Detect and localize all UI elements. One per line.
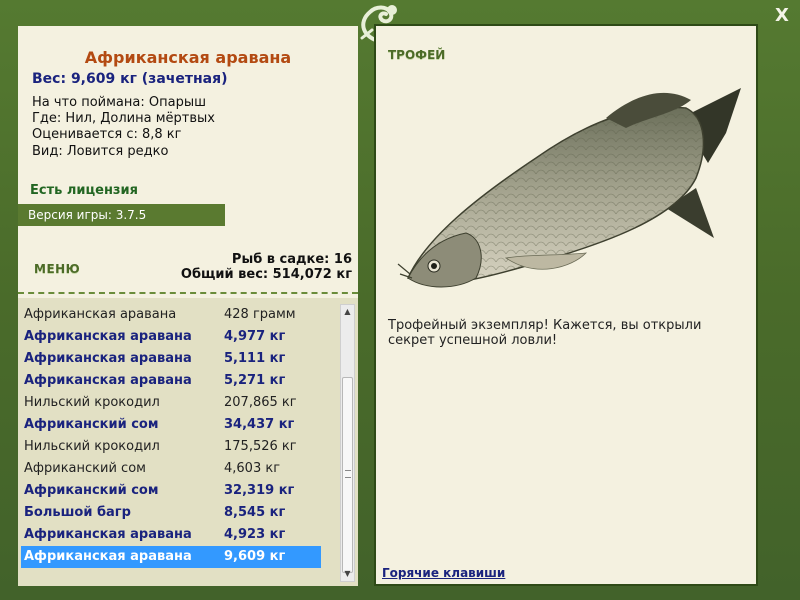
list-item[interactable]: Африканская аравана 5,271 кг	[21, 370, 321, 392]
item-name: Африканская аравана	[24, 549, 192, 564]
item-name: Нильский крокодил	[24, 439, 160, 454]
item-weight: 32,319 кг	[224, 483, 295, 498]
menu-button[interactable]: МЕНЮ	[34, 262, 80, 276]
item-weight: 5,271 кг	[224, 373, 286, 388]
item-weight: 207,865 кг	[224, 395, 297, 410]
list-item[interactable]: Нильский крокодил 207,865 кг	[21, 392, 321, 414]
item-name: Африканская аравана	[24, 527, 192, 542]
item-weight: 428 грамм	[224, 307, 296, 322]
trophy-message: Трофейный экземпляр! Кажется, вы открыли…	[388, 318, 702, 348]
close-button[interactable]: X	[772, 6, 792, 26]
item-name: Африканский сом	[24, 483, 159, 498]
scroll-thumb[interactable]	[342, 377, 353, 573]
fish-title: Африканская аравана	[84, 48, 292, 67]
list-item[interactable]: Африканская аравана 428 грамм	[21, 304, 321, 326]
total-weight: Общий вес: 514,072 кг	[180, 267, 352, 282]
item-name: Африканская аравана	[24, 351, 192, 366]
scroll-down-icon[interactable]: ▼	[341, 567, 354, 581]
list-item[interactable]: Большой багр 8,545 кг	[21, 502, 321, 524]
item-name: Африканский сом	[24, 461, 146, 476]
item-weight: 8,545 кг	[224, 505, 286, 520]
item-weight: 9,609 кг	[224, 549, 286, 564]
item-name: Большой багр	[24, 505, 131, 520]
item-weight: 4,923 кг	[224, 527, 286, 542]
item-weight: 5,111 кг	[224, 351, 286, 366]
divider	[18, 292, 358, 294]
list-item[interactable]: Нильский крокодил 175,526 кг	[21, 436, 321, 458]
grip-icon	[345, 470, 351, 478]
fish-location: Где: Нил, Долина мёртвых	[32, 111, 215, 126]
trophy-panel: ТРОФЕЙ Трофейный экземпляр! Кажется, вы …	[374, 24, 758, 586]
item-name: Африканская аравана	[24, 373, 192, 388]
list-item[interactable]: Африканская аравана 4,977 кг	[21, 326, 321, 348]
fish-weight: Вес: 9,609 кг (зачетная)	[32, 71, 228, 87]
hotkeys-link[interactable]: Горячие клавиши	[382, 566, 505, 580]
window-frame: X Африканская аравана Вес: 9,609 кг (зач…	[0, 0, 800, 600]
list-item[interactable]: Африканский сом 34,437 кг	[21, 414, 321, 436]
list-item[interactable]: Африканский сом 32,319 кг	[21, 480, 321, 502]
list-item[interactable]: Африканская аравана 9,609 кг	[21, 546, 321, 568]
trophy-label: ТРОФЕЙ	[388, 48, 446, 62]
arowana-fish-image	[397, 88, 741, 288]
item-weight: 175,526 кг	[224, 439, 297, 454]
item-weight: 4,603 кг	[224, 461, 281, 476]
fish-count: Рыб в садке: 16	[231, 252, 352, 267]
license-status: Есть лицензия	[30, 183, 138, 198]
item-name: Африканская аравана	[24, 329, 192, 344]
fish-value: Оценивается с: 8,8 кг	[32, 127, 182, 142]
fish-bait: На что поймана: Опарыш	[32, 95, 206, 110]
item-weight: 34,437 кг	[224, 417, 295, 432]
item-name: Африканская аравана	[24, 307, 177, 322]
version-bar: Версия игры: 3.7.5	[18, 204, 225, 226]
item-name: Нильский крокодил	[24, 395, 160, 410]
fish-info-panel: Африканская аравана Вес: 9,609 кг (зачет…	[18, 26, 358, 586]
list-item[interactable]: Африканская аравана 5,111 кг	[21, 348, 321, 370]
fish-rarity: Вид: Ловится редко	[32, 144, 169, 159]
list-item[interactable]: Африканская аравана 4,923 кг	[21, 524, 321, 546]
list-item[interactable]: Африканский сом 4,603 кг	[21, 458, 321, 480]
scroll-up-icon[interactable]: ▲	[341, 305, 354, 319]
item-name: Африканский сом	[24, 417, 159, 432]
item-weight: 4,977 кг	[224, 329, 286, 344]
catch-list[interactable]: Африканская аравана 428 грамм Африканская…	[18, 298, 358, 586]
keepnet-stats: Рыб в садке: 16 Общий вес: 514,072 кг	[181, 252, 352, 282]
list-scrollbar[interactable]: ▲ ▼	[340, 304, 355, 582]
